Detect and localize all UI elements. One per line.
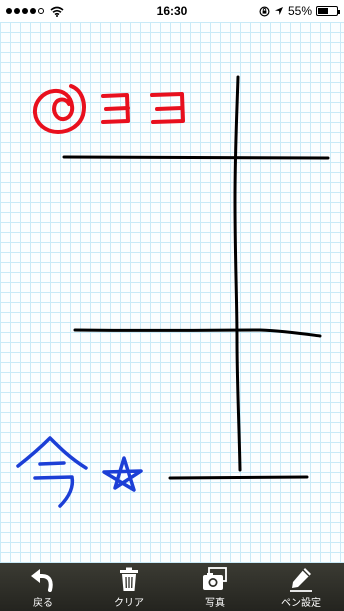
vertical-stroke [233,75,242,472]
horizontal-stroke-middle [73,328,322,338]
blue-star [102,456,143,492]
horizontal-stroke-top [62,155,330,160]
photo-button[interactable]: 写真 [180,566,250,609]
clear-button[interactable]: クリア [94,566,164,609]
clear-label: クリア [114,597,144,609]
status-time: 16:30 [156,4,188,18]
pen-settings-button[interactable]: ペン設定 [266,566,336,609]
battery-level [318,8,328,14]
pen-settings-label: ペン設定 [281,597,321,609]
status-bar: 16:30 55% [0,0,344,22]
back-arrow-icon [31,568,53,592]
horizontal-stroke-bottom [168,475,309,480]
battery-icon [316,6,340,16]
trash-icon [120,567,138,591]
drawing-canvas[interactable] [0,22,344,563]
red-at-symbol [32,84,86,134]
back-label: 戻る [33,597,53,609]
bottom-toolbar: 戻る クリア 写真 ペン設定 [0,563,344,611]
camera-icon [203,566,227,590]
drawing-strokes [16,75,330,508]
back-button[interactable]: 戻る [8,566,78,609]
pen-icon [290,567,312,592]
photo-label: 写真 [205,597,225,609]
